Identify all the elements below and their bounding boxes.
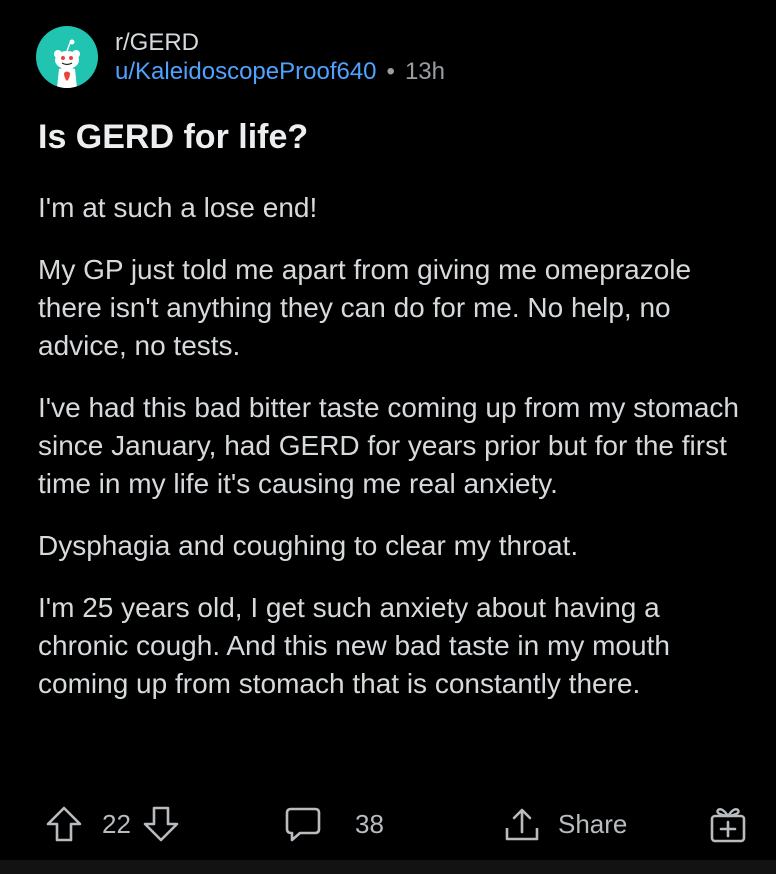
- post-header: r/GERD u/KaleidoscopeProof640 • 13h: [36, 26, 445, 88]
- post-body: I'm at such a lose end! My GP just told …: [38, 189, 748, 727]
- author-username[interactable]: u/KaleidoscopeProof640: [115, 57, 377, 87]
- share-label: Share: [558, 808, 628, 839]
- share-button[interactable]: Share: [502, 804, 627, 844]
- post-paragraph: I've had this bad bitter taste coming up…: [38, 392, 739, 499]
- comment-bubble-icon: [285, 807, 321, 842]
- post-paragraph: I'm at such a lose end!: [38, 192, 318, 223]
- bottom-divider: [0, 860, 776, 874]
- share-upload-icon: [505, 808, 539, 841]
- upvote-arrow-icon[interactable]: [44, 804, 84, 844]
- subreddit-name[interactable]: r/GERD: [115, 29, 445, 57]
- award-button[interactable]: [708, 804, 748, 844]
- downvote-arrow-icon[interactable]: [141, 804, 181, 844]
- post-title: Is GERD for life?: [38, 118, 309, 156]
- comment-count: 38: [355, 808, 384, 839]
- post-timestamp: 13h: [404, 58, 445, 85]
- meta-separator: •: [386, 58, 395, 85]
- vote-count: 22: [102, 808, 131, 839]
- post-action-bar: 22 38 Share: [0, 796, 776, 852]
- post-paragraph: I'm 25 years old, I get such anxiety abo…: [38, 592, 670, 699]
- vote-group: 22: [44, 804, 181, 844]
- comments-button[interactable]: 38: [283, 804, 384, 844]
- post-paragraph: Dysphagia and coughing to clear my throa…: [38, 530, 579, 561]
- gift-award-icon: [710, 808, 746, 843]
- reddit-snoo-icon: [54, 39, 80, 88]
- subreddit-avatar[interactable]: [36, 26, 98, 88]
- post-paragraph: My GP just told me apart from giving me …: [38, 254, 692, 361]
